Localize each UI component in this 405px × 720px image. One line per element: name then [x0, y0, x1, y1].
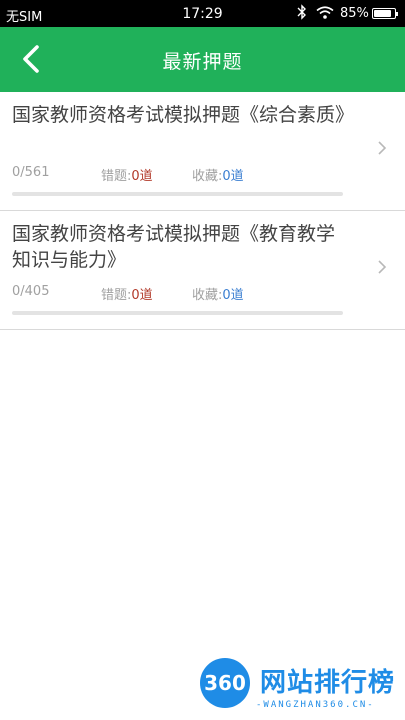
- wifi-icon: [316, 6, 334, 23]
- battery-icon: [372, 8, 398, 19]
- watermark: 360 网站排行榜 -WANGZHAN360.CN-: [196, 656, 405, 720]
- wrong-value: 0道: [131, 288, 153, 303]
- item-progress: 0/405: [12, 284, 50, 299]
- item-title: 国家教师资格考试模拟押题《综合素质》: [12, 104, 355, 126]
- item-wrong-count: 错题:0道: [101, 284, 153, 303]
- exam-list: 国家教师资格考试模拟押题《综合素质》 0/561 错题:0道 收藏:0道 国家教…: [0, 92, 405, 330]
- watermark-url: -WANGZHAN360.CN-: [256, 700, 375, 710]
- bluetooth-icon: [297, 4, 307, 24]
- item-progress: 0/561: [12, 165, 50, 180]
- item-fav-count: 收藏:0道: [192, 165, 244, 184]
- fav-label: 收藏:: [192, 169, 223, 184]
- chevron-right-icon: [377, 140, 387, 160]
- wrong-label: 错题:: [101, 169, 132, 184]
- fav-label: 收藏:: [192, 288, 223, 303]
- status-bar: 无SIM 17:29 85%: [0, 0, 405, 27]
- progress-bar: [12, 192, 343, 196]
- item-fav-count: 收藏:0道: [192, 284, 244, 303]
- battery-percent: 85%: [340, 6, 369, 21]
- list-item[interactable]: 国家教师资格考试模拟押题《综合素质》 0/561 错题:0道 收藏:0道: [0, 92, 405, 211]
- page-title: 最新押题: [162, 51, 243, 73]
- list-item[interactable]: 国家教师资格考试模拟押题《教育教学知识与能力》 0/405 错题:0道 收藏:0…: [0, 211, 405, 330]
- item-title: 国家教师资格考试模拟押题《教育教学知识与能力》: [12, 223, 336, 271]
- progress-bar: [12, 311, 343, 315]
- fav-value: 0道: [222, 169, 244, 184]
- fav-value: 0道: [222, 288, 244, 303]
- wrong-value: 0道: [131, 169, 153, 184]
- watermark-brand: 网站排行榜: [260, 668, 396, 698]
- watermark-logo: 360: [200, 658, 250, 708]
- item-wrong-count: 错题:0道: [101, 165, 153, 184]
- nav-bar: 最新押题: [0, 27, 405, 92]
- chevron-right-icon: [377, 259, 387, 279]
- wrong-label: 错题:: [101, 288, 132, 303]
